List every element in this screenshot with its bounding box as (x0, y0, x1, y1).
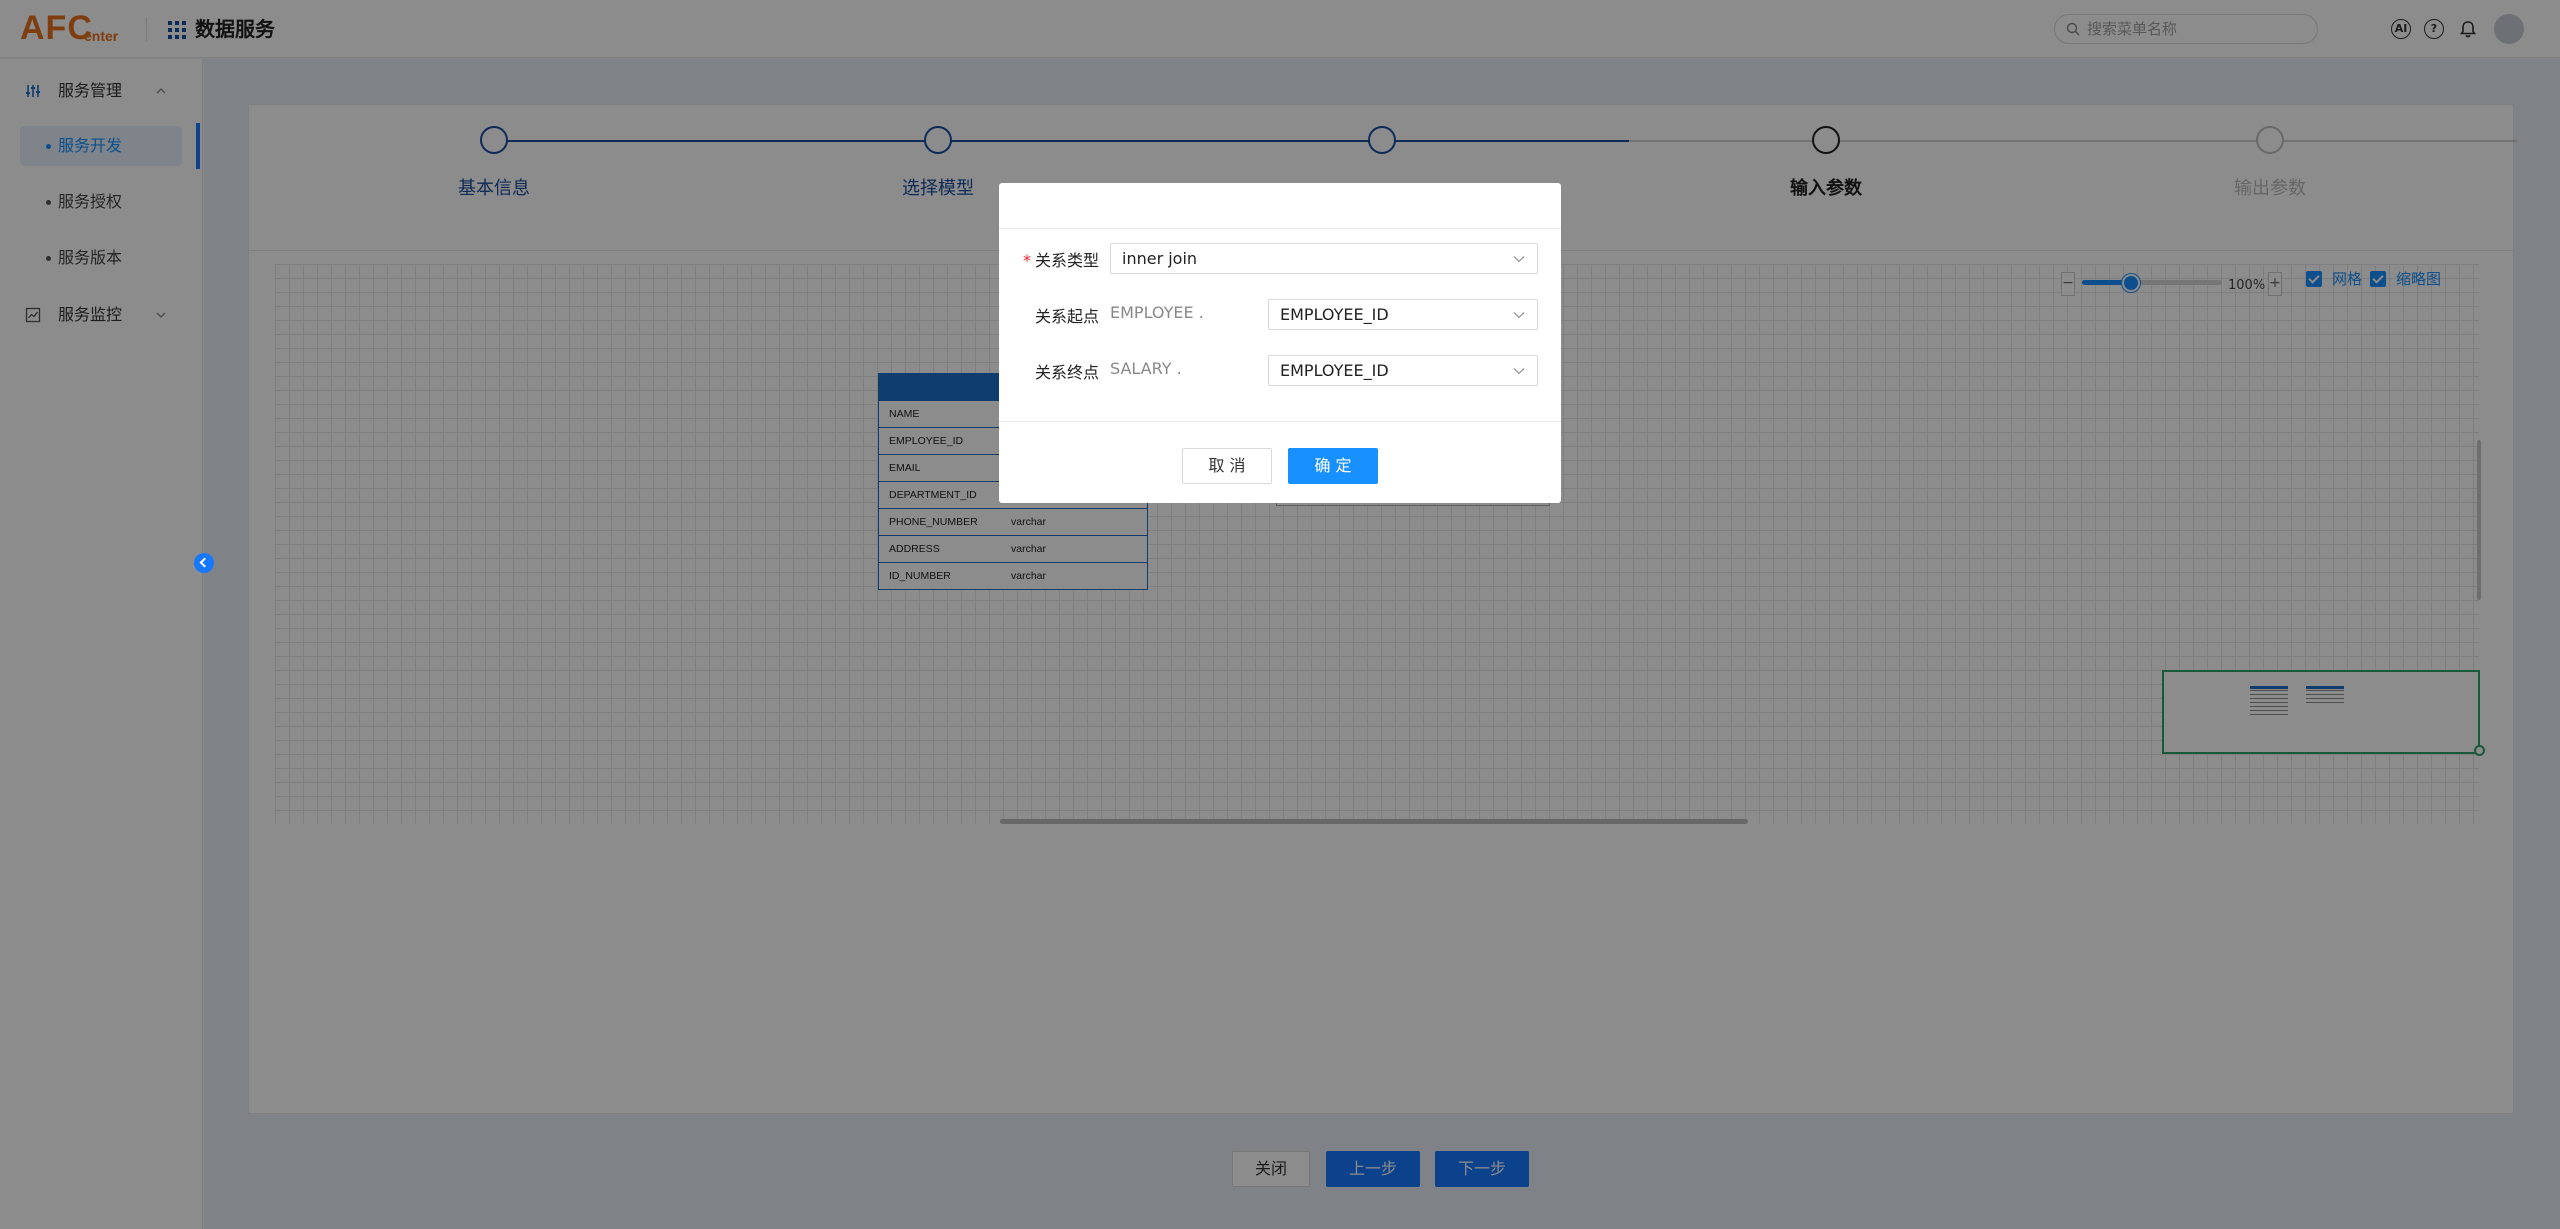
relation-type-row: * 关系类型 inner join (999, 243, 1561, 277)
relation-end-field-select[interactable]: EMPLOYEE_ID (1268, 355, 1538, 386)
relation-end-field-value: EMPLOYEE_ID (1280, 361, 1389, 380)
required-asterisk: * (1022, 251, 1031, 270)
chevron-down-icon (1513, 312, 1525, 319)
relation-dialog: * 关系类型 inner join 关系起点 EMPLOYEE . EMPLOYE… (999, 183, 1561, 503)
relation-type-select[interactable]: inner join (1110, 243, 1538, 274)
chevron-down-icon (1513, 256, 1525, 263)
relation-end-label: 关系终点 (1034, 363, 1099, 382)
relation-end-table: SALARY . (1110, 359, 1182, 378)
confirm-button[interactable]: 确 定 (1288, 448, 1378, 484)
relation-start-field-value: EMPLOYEE_ID (1280, 305, 1389, 324)
dialog-header (999, 183, 1561, 229)
relation-type-value: inner join (1122, 249, 1198, 268)
relation-end-row: 关系终点 SALARY . EMPLOYEE_ID (999, 355, 1561, 389)
cancel-button[interactable]: 取 消 (1182, 448, 1272, 484)
sidebar-collapse-button[interactable] (194, 553, 214, 573)
dialog-footer: 取 消 确 定 (999, 421, 1561, 503)
relation-start-label: 关系起点 (1034, 307, 1099, 326)
relation-type-label: * 关系类型 (1023, 250, 1099, 272)
relation-type-label-text: 关系类型 (1034, 251, 1099, 270)
relation-start-row: 关系起点 EMPLOYEE . EMPLOYEE_ID (999, 299, 1561, 333)
relation-start-table: EMPLOYEE . (1110, 303, 1204, 322)
chevron-down-icon (1513, 368, 1525, 375)
relation-start-field-select[interactable]: EMPLOYEE_ID (1268, 299, 1538, 330)
